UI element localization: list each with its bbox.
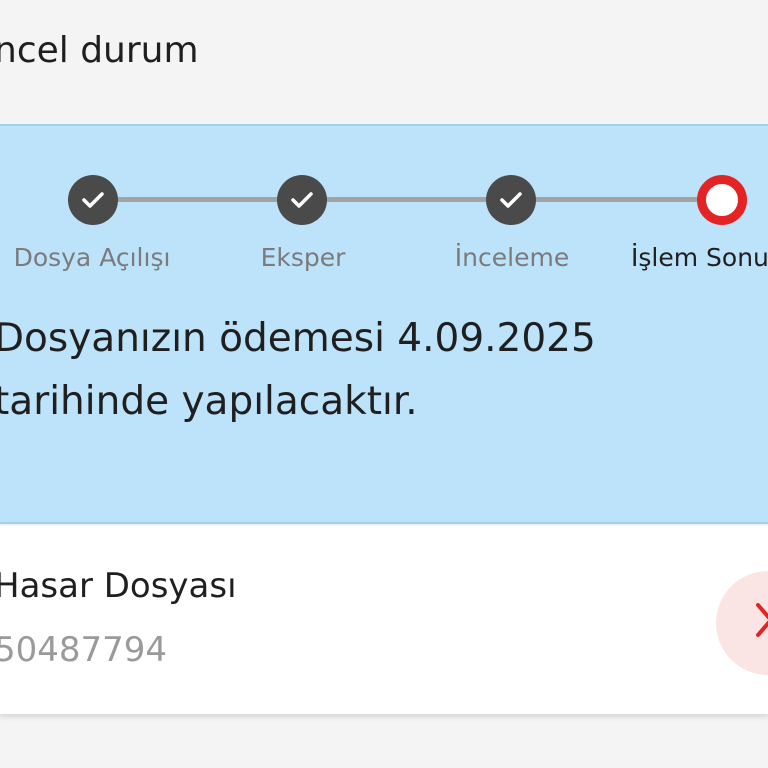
close-button[interactable]: [716, 571, 768, 675]
check-icon: [82, 192, 104, 208]
claim-number: 50487794: [0, 630, 168, 670]
section-title: ncel durum: [0, 30, 199, 71]
check-icon: [291, 192, 313, 208]
claim-type-label: Hasar Dosyası: [0, 566, 237, 606]
step-label-islem-sonu: İşlem Sonu: [631, 243, 768, 272]
status-message: Dosyanızın ödemesi 4.09.2025 tarihinde y…: [0, 316, 596, 424]
step-label-eksper: Eksper: [260, 243, 346, 272]
step-connector: [93, 197, 305, 202]
step-dosya-acilisi-node: [68, 175, 118, 225]
step-label-dosya-acilisi: Dosya Açılışı: [13, 243, 171, 272]
check-icon: [500, 192, 522, 208]
step-inceleme-node: [486, 175, 536, 225]
status-panel: Dosya Açılışı Eksper İnceleme İşlem Sonu…: [0, 124, 768, 524]
app-screen: ncel durum Dosya Açılışı Eksper İnceleme…: [0, 0, 768, 768]
progress-stepper: Dosya Açılışı Eksper İnceleme İşlem Sonu: [0, 126, 768, 286]
step-connector: [302, 197, 514, 202]
step-label-inceleme: İnceleme: [454, 243, 570, 272]
step-connector: [511, 197, 723, 202]
claim-card[interactable]: Hasar Dosyası 50487794: [0, 526, 768, 714]
step-islem-sonu-node: [697, 175, 747, 225]
step-eksper-node: [277, 175, 327, 225]
close-icon: [756, 603, 768, 637]
